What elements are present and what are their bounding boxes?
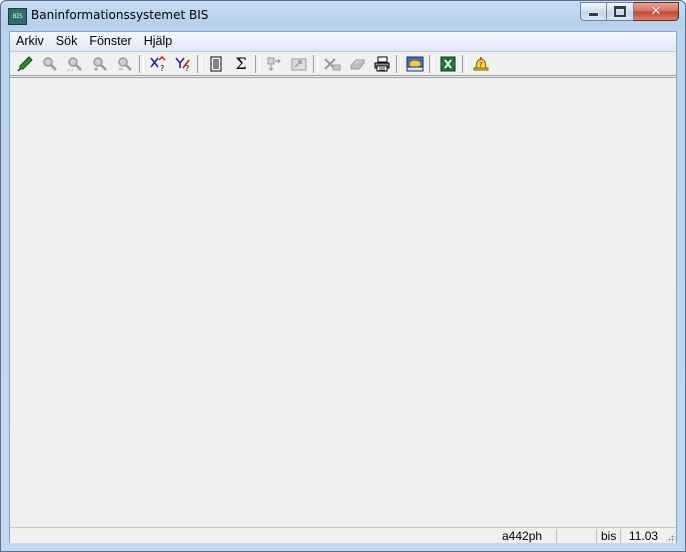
svg-text:?: ? [185,64,189,72]
client-area: Arkiv Sök Fönster Hjälp ? ? Σ ? a442ph b… [9,31,677,543]
close-icon: ✕ [650,4,662,19]
menu-fonster[interactable]: Fönster [83,32,137,51]
menu-sok[interactable]: Sök [50,32,84,51]
toolbar: ? ? Σ ? [10,52,676,76]
sigma-button[interactable]: Σ [230,53,252,75]
minimize-icon [588,12,599,17]
zoom-in-icon [93,56,107,71]
document-list-button[interactable] [205,53,227,75]
eraser-button[interactable] [346,53,368,75]
status-version: 11.03 [620,529,666,543]
image-export-icon [291,58,307,70]
svg-text:?: ? [479,61,483,69]
menu-bar: Arkiv Sök Fönster Hjälp [10,32,676,52]
export-button[interactable] [263,53,285,75]
search-range-button[interactable] [64,53,86,75]
document-list-icon [210,56,222,71]
export-icon [267,57,281,71]
pen-icon [17,55,33,72]
search-range-icon [68,56,82,71]
title-bar[interactable]: BIS Baninformationssystemet BIS ✕ [1,1,685,31]
caption-buttons: ✕ [580,2,679,21]
maximize-button[interactable] [607,2,634,21]
toolbar-separator [313,54,318,73]
status-database: bis [596,529,620,543]
axis-query-icon: ? [150,55,166,72]
toolbar-separator [255,54,260,73]
bis-app-icon[interactable]: BIS [8,8,27,25]
delete-icon [324,57,341,70]
toolbar-separator [396,54,401,73]
toolbar-separator [197,54,202,73]
map-icon [406,56,424,71]
search-icon [43,56,57,71]
status-empty-panel [556,529,596,543]
sigma-icon: Σ [235,53,247,73]
eraser-icon [349,59,366,69]
window-title: Baninformationssystemet BIS [31,8,209,22]
axis-query-button[interactable]: ? [147,53,169,75]
menu-hjalp[interactable]: Hjälp [138,32,179,51]
app-window: BIS Baninformationssystemet BIS ✕ Arkiv … [0,0,686,552]
status-user: a442ph [502,529,543,543]
status-bar: a442ph bis 11.03 [10,527,676,543]
minimize-button[interactable] [580,2,607,21]
resize-grip[interactable] [665,532,675,542]
mdi-workspace[interactable] [10,77,676,528]
map-button[interactable] [404,53,426,75]
toolbar-separator [139,54,144,73]
axis-query-2-icon: ? [175,57,190,72]
svg-text:?: ? [160,64,164,72]
axis-query-2-button[interactable]: ? [172,53,194,75]
zoom-out-icon [118,56,132,71]
zoom-in-button[interactable] [89,53,111,75]
excel-icon [440,56,456,71]
delete-button[interactable] [321,53,343,75]
print-icon [374,56,390,71]
excel-button[interactable] [437,53,459,75]
image-export-button[interactable] [288,53,310,75]
zoom-out-button[interactable] [114,53,136,75]
search-button[interactable] [39,53,61,75]
print-button[interactable] [371,53,393,75]
help-bell-icon: ? [473,56,489,70]
toolbar-separator [462,54,467,73]
maximize-icon [614,6,626,17]
pen-button[interactable] [14,53,36,75]
close-button[interactable]: ✕ [634,2,679,21]
menu-arkiv[interactable]: Arkiv [10,32,50,51]
help-bell-button[interactable]: ? [470,53,492,75]
toolbar-separator [429,54,434,73]
